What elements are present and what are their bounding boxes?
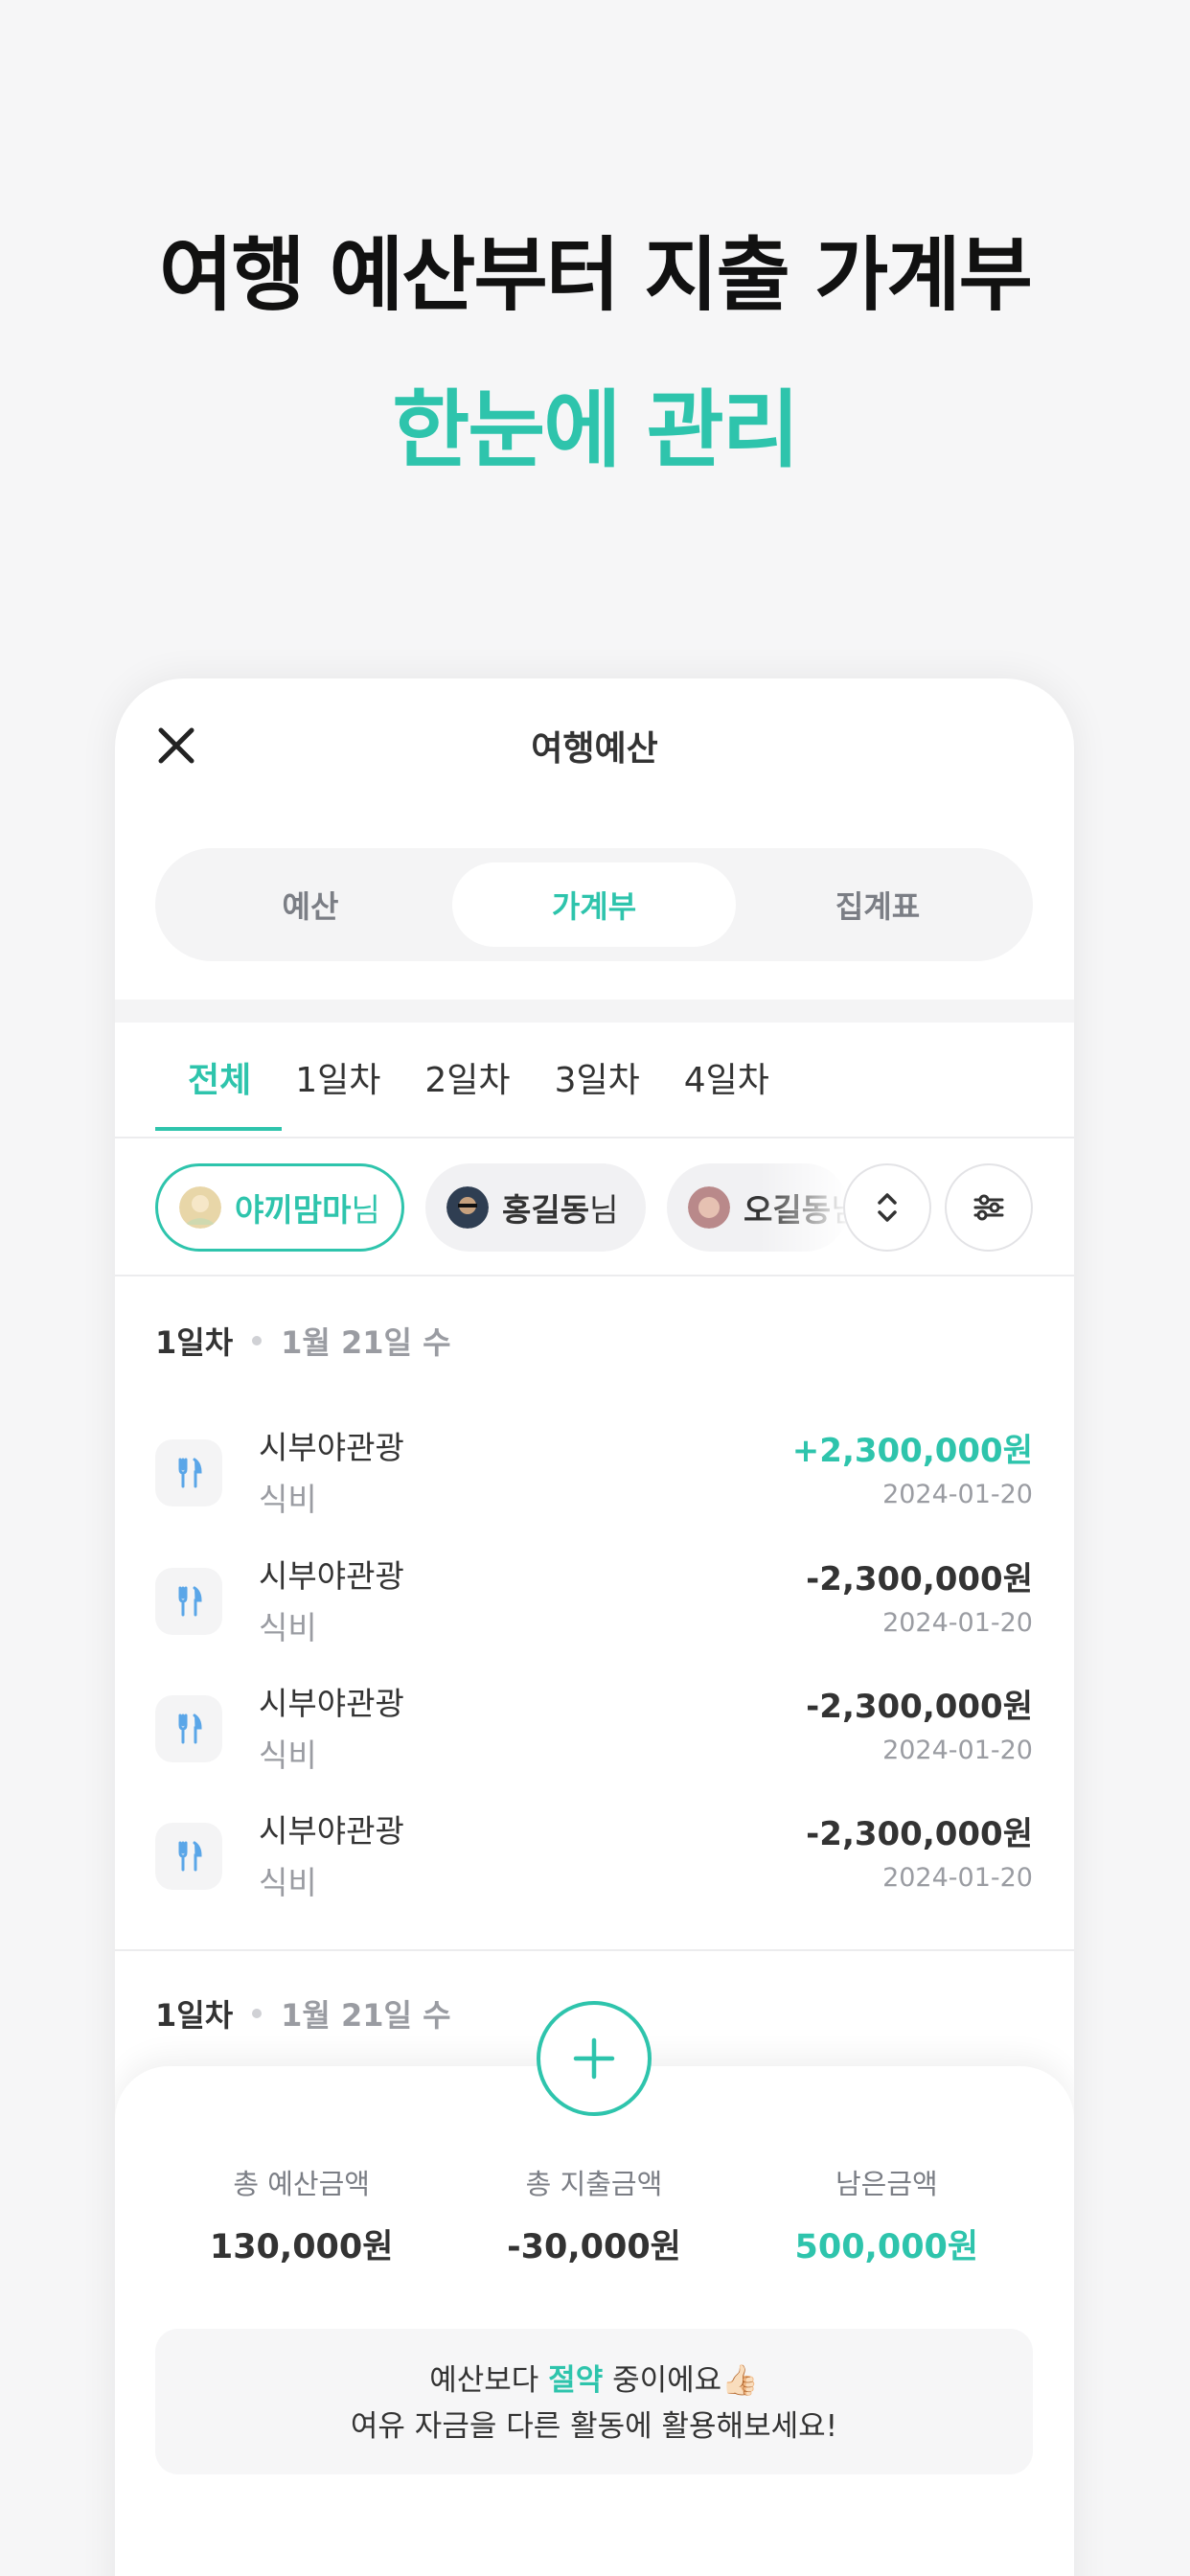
total-expense: 총 지출금액 -30,000원 [447,2162,740,2267]
hero-subtitle: 한눈에 관리 [392,380,799,479]
segmented-control: 예산 가계부 집계표 [155,848,1033,961]
utensils-icon [155,1568,222,1635]
avatar [446,1186,489,1229]
transaction-name: 시부야관광 [259,1685,404,1722]
member-suffix: 님 [351,1191,380,1229]
member-suffix: 님 [589,1191,619,1229]
total-expense-value: -30,000원 [507,2228,681,2266]
day-date: 1월 21일 수 [281,1324,451,1361]
section-divider [115,1000,1074,1023]
day-header: 1일차 1월 21일 수 [155,1991,451,2036]
total-budget: 총 예산금액 130,000원 [155,2162,447,2267]
transaction-date: 2024-01-20 [882,1480,1033,1509]
transaction-category: 식비 [259,1481,317,1518]
transaction-name: 시부야관광 [259,1557,404,1595]
tabs-divider [115,1137,1074,1138]
chips-divider [115,1275,1074,1276]
tab-day1[interactable]: 1일차 [295,1052,380,1129]
avatar [688,1186,730,1229]
transaction-category: 식비 [259,1609,317,1646]
transaction-row[interactable]: 시부야관광 식비 -2,300,000원 2024-01-20 [155,1800,1033,1915]
summary-sheet [115,2066,1074,2576]
transaction-date: 2024-01-20 [882,1863,1033,1893]
budget-summary: 총 예산금액 130,000원 총 지출금액 -30,000원 남은금액 500… [155,2162,1033,2267]
hero-title: 여행 예산부터 지출 가계부 [159,228,1033,322]
dot-separator [252,2009,263,2018]
transaction-amount: +2,300,000원 [791,1432,1033,1470]
sort-icon [878,1193,897,1222]
segment-ledger[interactable]: 가계부 [452,862,736,947]
transaction-category: 식비 [259,1736,317,1774]
section-divider [115,1949,1074,1951]
transaction-amount: -2,300,000원 [806,1688,1033,1726]
segment-summary[interactable]: 집계표 [736,862,1019,947]
add-button[interactable] [537,2001,652,2116]
member-chip-2[interactable]: 홍길동 님 [425,1163,646,1252]
transaction-row[interactable]: 시부야관광 식비 -2,300,000원 2024-01-20 [155,1672,1033,1787]
transaction-name: 시부야관광 [259,1429,404,1466]
notice-post: 중이에요👍🏻 [603,2363,759,2398]
filter-button[interactable] [945,1163,1033,1252]
transaction-category: 식비 [259,1864,317,1901]
plus-icon [573,2037,615,2080]
remaining-label: 남은금액 [835,2168,938,2200]
total-budget-label: 총 예산금액 [233,2168,370,2200]
transaction-date: 2024-01-20 [882,1736,1033,1765]
day-header: 1일차 1월 21일 수 [155,1319,451,1363]
notice-line-1: 예산보다 절약 중이에요👍🏻 [155,2358,1033,2404]
utensils-icon [155,1695,222,1762]
tab-day3[interactable]: 3일차 [555,1052,640,1129]
tab-all[interactable]: 전체 [154,1052,283,1131]
transaction-amount: -2,300,000원 [806,1560,1033,1598]
transaction-name: 시부야관광 [259,1812,404,1850]
total-expense-label: 총 지출금액 [525,2168,663,2200]
phone-screen: 여행예산 예산 가계부 집계표 전체 1일차 2일차 3일차 4일차 야끼맘마 님 [115,678,1074,2576]
tab-day4[interactable]: 4일차 [684,1052,769,1129]
member-name: 홍길동 [502,1191,590,1229]
dot-separator [252,1336,263,1346]
utensils-icon [155,1823,222,1890]
avatar [179,1186,221,1229]
notice-pre: 예산보다 [429,2363,549,2398]
transaction-row[interactable]: 시부야관광 식비 -2,300,000원 2024-01-20 [155,1545,1033,1660]
member-filter: 야끼맘마님 홍길동님 오길동님 [155,1163,1033,1254]
remaining: 남은금액 500,000원 [741,2162,1033,2267]
day-label: 1일차 [155,1997,234,2034]
transaction-row[interactable]: 시부야관광 식비 +2,300,000원 2024-01-20 [155,1416,1033,1531]
notice-highlight: 절약 [548,2363,604,2398]
utensils-icon [155,1439,222,1506]
total-budget-value: 130,000원 [209,2228,394,2266]
page-title: 여행예산 [531,729,658,769]
saving-notice: 예산보다 절약 중이에요👍🏻 여유 자금을 다른 활동에 활용해보세요! [155,2329,1033,2474]
top-bar: 여행예산 [115,678,1074,813]
sort-button[interactable] [843,1163,931,1252]
day-tabs: 전체 1일차 2일차 3일차 4일차 [154,1052,813,1131]
day-date: 1월 21일 수 [281,1997,451,2034]
day-label: 1일차 [155,1324,234,1361]
member-name: 야끼맘마 [235,1191,352,1229]
transaction-amount: -2,300,000원 [806,1815,1033,1853]
segment-budget[interactable]: 예산 [169,862,452,947]
notice-line-2: 여유 자금을 다른 활동에 활용해보세요! [350,2409,838,2444]
filter-icon [973,1194,1004,1221]
tab-day2[interactable]: 2일차 [424,1052,510,1129]
member-chip-1[interactable]: 야끼맘마 님 [155,1163,404,1252]
remaining-value: 500,000원 [794,2228,979,2266]
transaction-date: 2024-01-20 [882,1608,1033,1638]
